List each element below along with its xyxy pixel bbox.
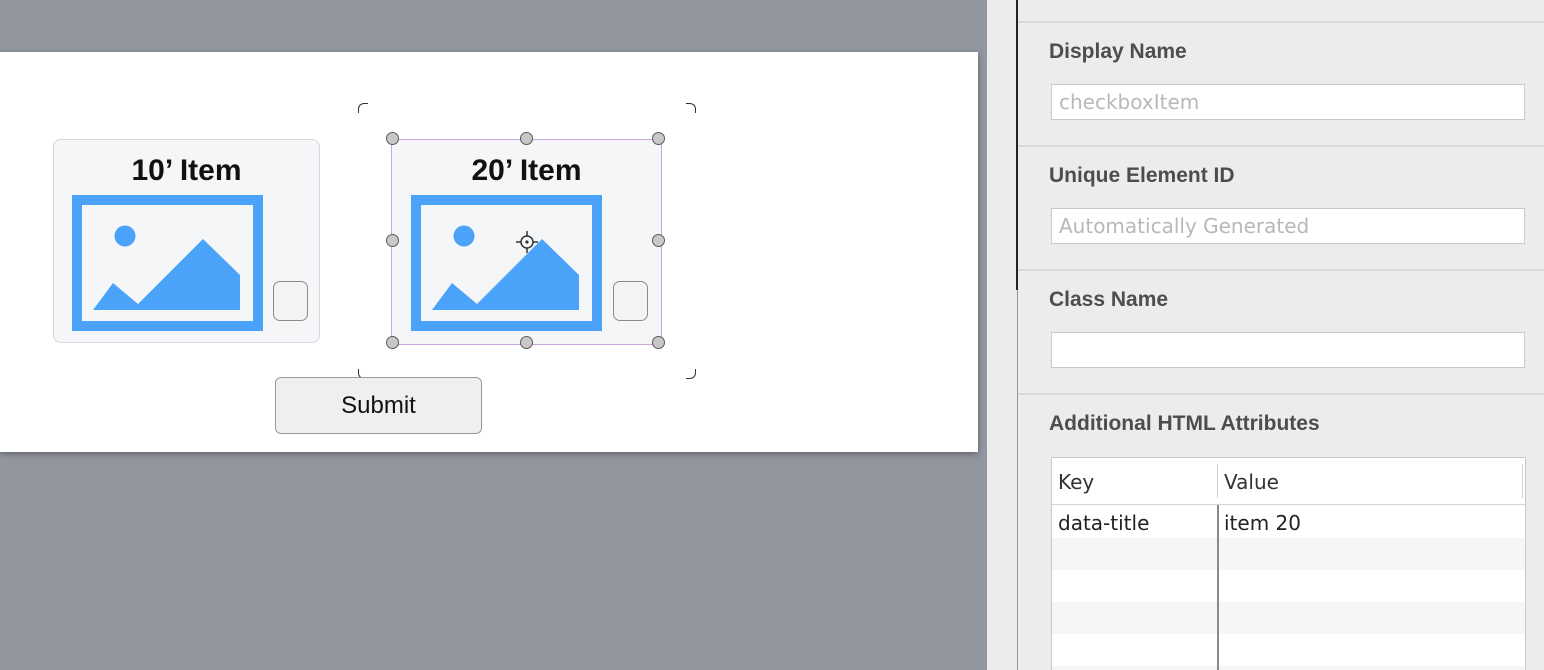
attributes-table[interactable]: Key Value data-title item 20 xyxy=(1051,457,1526,670)
submit-button[interactable]: Submit xyxy=(275,377,482,434)
design-canvas[interactable]: 10’ Item 20’ Item Submit xyxy=(0,0,987,670)
checkbox-item-card-10[interactable]: 10’ Item xyxy=(53,139,320,343)
resize-handle-top-left[interactable] xyxy=(386,132,399,145)
class-name-input[interactable] xyxy=(1051,332,1525,368)
table-cell-value[interactable]: item 20 xyxy=(1218,506,1518,539)
card-title: 20’ Item xyxy=(471,154,582,187)
resize-handle-left[interactable] xyxy=(386,234,399,247)
resize-handle-bottom-left[interactable] xyxy=(386,336,399,349)
card-title: 10’ Item xyxy=(131,154,242,187)
attributes-label: Additional HTML Attributes xyxy=(1049,412,1320,435)
table-cell-key[interactable]: data-title xyxy=(1052,506,1217,539)
container-corner-top-left xyxy=(358,103,368,113)
move-crosshair-icon[interactable] xyxy=(516,231,538,253)
image-placeholder-icon xyxy=(72,195,263,331)
page-preview[interactable]: 10’ Item 20’ Item Submit xyxy=(0,52,978,452)
container-corner-bottom-right xyxy=(686,369,696,379)
resize-handle-right[interactable] xyxy=(652,234,665,247)
section-divider xyxy=(1018,393,1544,395)
checkbox-item-card-20[interactable]: 20’ Item xyxy=(391,139,662,345)
item-checkbox[interactable] xyxy=(613,281,648,321)
section-divider xyxy=(1018,21,1544,23)
column-header-key[interactable]: Key xyxy=(1052,458,1217,505)
unique-id-label: Unique Element ID xyxy=(1049,164,1235,187)
column-header-value[interactable]: Value xyxy=(1218,458,1518,505)
image-placeholder-icon xyxy=(411,195,602,331)
resize-handle-top[interactable] xyxy=(520,132,533,145)
resize-handle-bottom[interactable] xyxy=(520,336,533,349)
display-name-label: Display Name xyxy=(1049,40,1187,63)
table-row-band xyxy=(1052,666,1525,670)
class-name-label: Class Name xyxy=(1049,288,1169,311)
section-divider xyxy=(1018,269,1544,271)
table-row-band xyxy=(1052,602,1525,634)
table-row-band xyxy=(1052,538,1525,570)
column-header-separator xyxy=(1217,464,1218,498)
unique-id-input[interactable] xyxy=(1051,208,1525,244)
container-corner-top-right xyxy=(686,103,696,113)
resize-handle-bottom-right[interactable] xyxy=(652,336,665,349)
display-name-input[interactable] xyxy=(1051,84,1525,120)
panel-divider[interactable] xyxy=(987,0,1017,670)
column-header-separator xyxy=(1522,464,1523,498)
item-checkbox[interactable] xyxy=(273,281,308,321)
section-divider xyxy=(1018,145,1544,147)
inspector-panel: Display Name Unique Element ID Class Nam… xyxy=(1018,0,1544,670)
resize-handle-top-right[interactable] xyxy=(652,132,665,145)
